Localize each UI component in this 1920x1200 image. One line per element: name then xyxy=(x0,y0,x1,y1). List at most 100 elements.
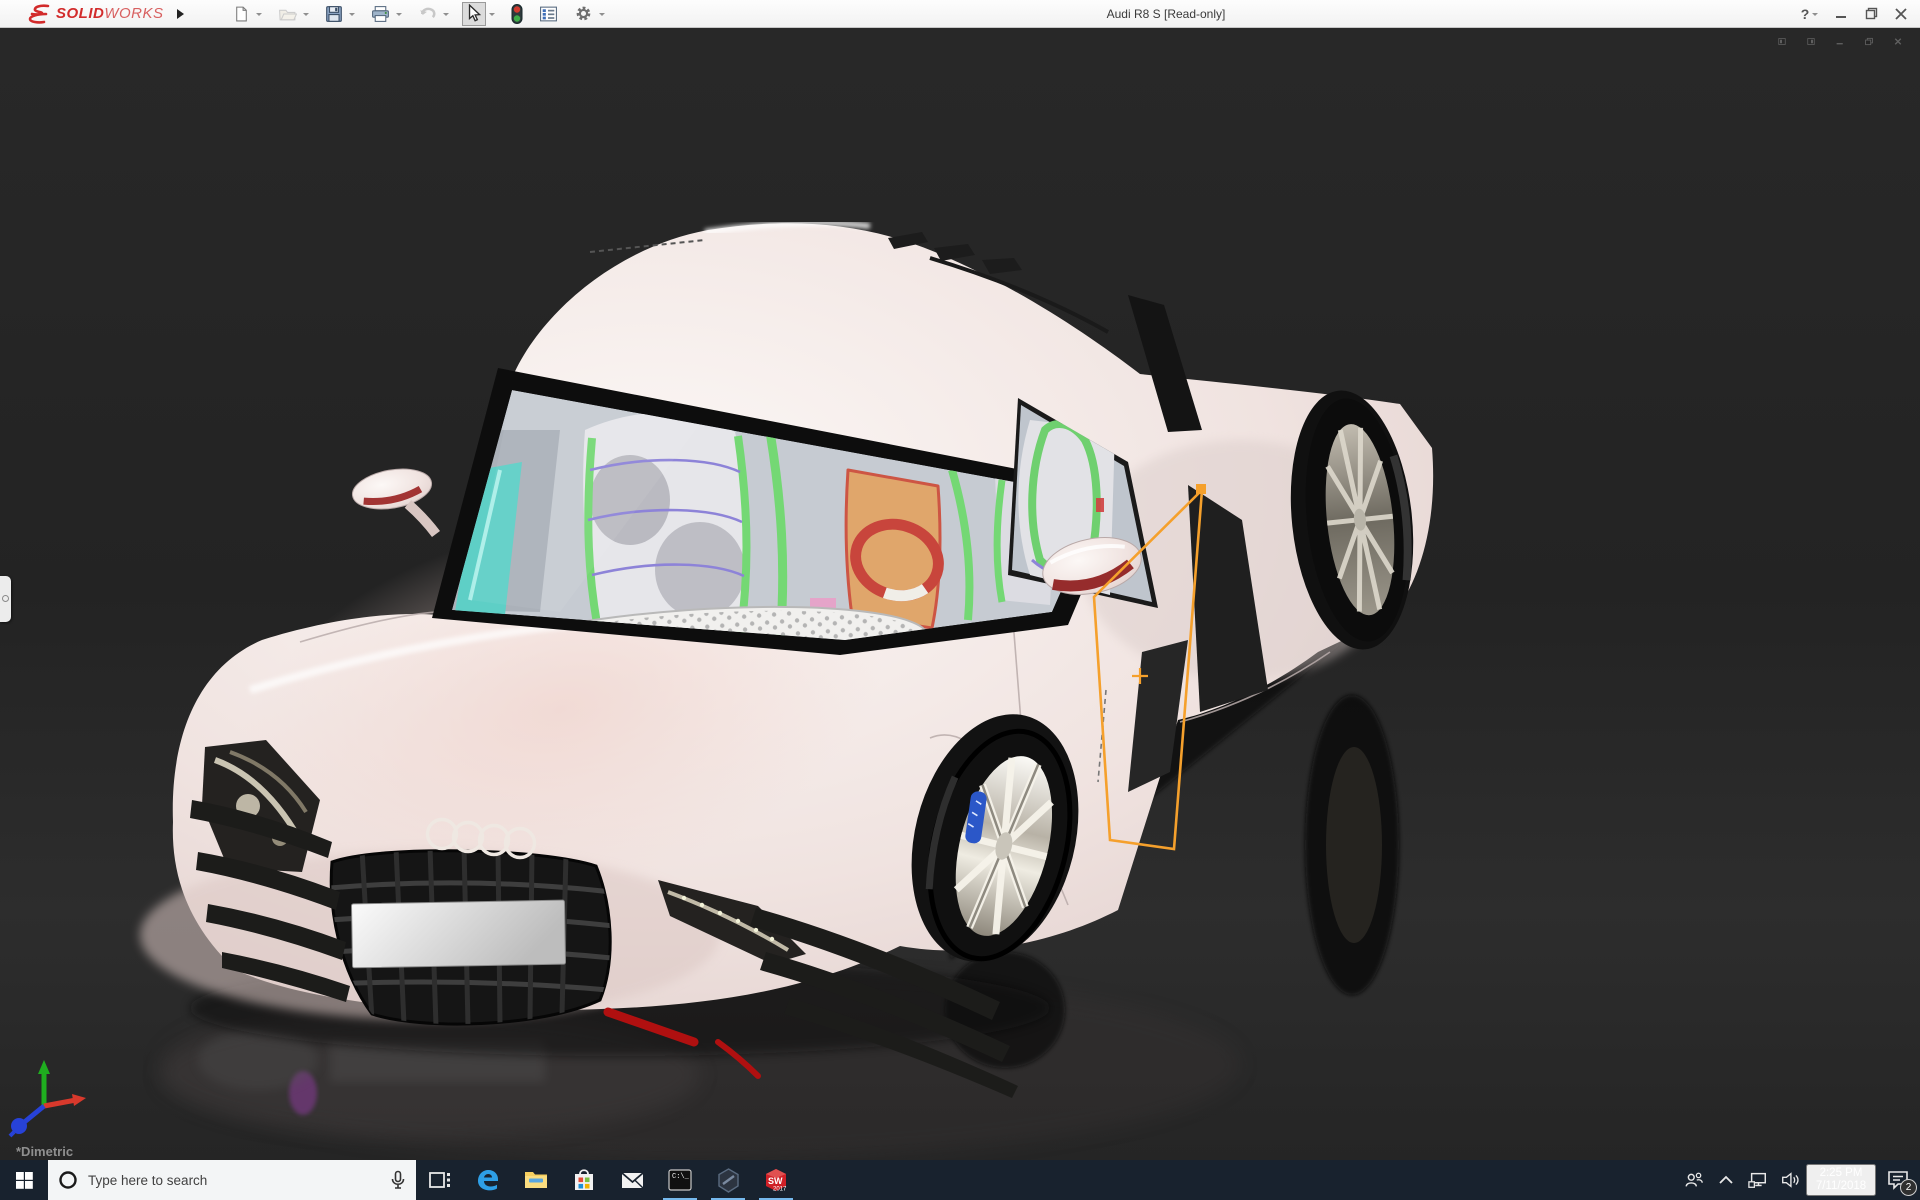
taskbar-hexagon-app[interactable] xyxy=(704,1160,752,1200)
document-window-controls xyxy=(1772,33,1908,49)
solidworks-wordmark: SOLIDWORKS xyxy=(56,5,164,22)
undo-dropdown-caret[interactable] xyxy=(443,13,449,19)
taskbar-clock[interactable]: 2:25 PM 7/11/2018 xyxy=(1806,1164,1876,1196)
new-dropdown-caret[interactable] xyxy=(256,13,262,19)
display-pane-button[interactable] xyxy=(536,2,561,26)
feature-manager-collapsed-tab[interactable] xyxy=(0,576,11,622)
task-view-button[interactable] xyxy=(416,1160,464,1200)
open-folder-icon xyxy=(278,5,297,23)
restore-icon xyxy=(1865,7,1878,20)
rebuild-button[interactable] xyxy=(508,2,526,26)
mail-icon xyxy=(619,1167,646,1194)
task-view-icon xyxy=(428,1168,452,1192)
speaker-icon xyxy=(1780,1170,1800,1190)
quick-toolbar xyxy=(230,0,608,27)
new-document-button[interactable] xyxy=(230,2,253,26)
window-controls: ? xyxy=(1798,0,1914,27)
options-dropdown-caret[interactable] xyxy=(599,13,605,19)
solidworks-2017-icon: SW 2017 xyxy=(762,1166,790,1194)
microphone-icon[interactable] xyxy=(390,1170,406,1190)
windows-logo-icon xyxy=(16,1172,33,1189)
wordmark-solid: SOLID xyxy=(56,5,104,22)
flyout-arrow-icon xyxy=(177,9,184,19)
clock-time: 2:25 PM xyxy=(1814,1167,1868,1180)
clock-date: 7/11/2018 xyxy=(1814,1180,1868,1193)
notification-badge: 2 xyxy=(1900,1179,1917,1196)
taskbar-mail[interactable] xyxy=(608,1160,656,1200)
front-grille xyxy=(330,847,614,1026)
help-button[interactable]: ? xyxy=(1798,2,1824,26)
sw-label: SW xyxy=(768,1176,783,1186)
app-titlebar: SOLIDWORKS xyxy=(0,0,1920,28)
print-dropdown-caret[interactable] xyxy=(396,13,402,19)
minimize-button[interactable] xyxy=(1828,2,1854,26)
search-placeholder: Type here to search xyxy=(88,1173,380,1188)
restore-button[interactable] xyxy=(1858,2,1884,26)
print-icon xyxy=(371,5,390,23)
doc-restore-icon xyxy=(1865,35,1873,48)
options-button[interactable] xyxy=(571,2,596,26)
close-button[interactable] xyxy=(1888,2,1914,26)
taskbar-search-box[interactable]: Type here to search xyxy=(48,1160,416,1200)
orientation-triad xyxy=(6,1054,90,1138)
view-orientation-label: *Dimetric xyxy=(16,1144,73,1159)
network-button[interactable] xyxy=(1742,1160,1774,1200)
open-document-button[interactable] xyxy=(275,2,300,26)
license-plate xyxy=(351,900,565,968)
taskbar-edge[interactable] xyxy=(464,1160,512,1200)
doc-window-button-1[interactable] xyxy=(1772,33,1792,49)
new-document-icon xyxy=(233,5,250,23)
document-window-icon xyxy=(1807,34,1815,49)
doc-minimize-button[interactable] xyxy=(1830,33,1850,49)
model-scene[interactable] xyxy=(0,27,1920,1160)
taskbar-store[interactable] xyxy=(560,1160,608,1200)
undo-icon xyxy=(418,5,437,23)
wordmark-works: WORKS xyxy=(104,5,163,22)
show-hidden-icons-button[interactable] xyxy=(1710,1160,1742,1200)
close-icon xyxy=(1895,8,1907,20)
dassault-logo-icon xyxy=(26,4,52,24)
chevron-up-icon xyxy=(1718,1175,1734,1185)
print-button[interactable] xyxy=(368,2,393,26)
doc-close-button[interactable] xyxy=(1888,33,1908,49)
doc-close-icon xyxy=(1894,35,1902,48)
graphics-viewport: *Dimetric xyxy=(0,27,1920,1160)
taskbar-file-explorer[interactable] xyxy=(512,1160,560,1200)
select-tool-button[interactable] xyxy=(462,2,486,26)
cmd-label: C:\_ xyxy=(672,1173,690,1181)
doc-minimize-icon xyxy=(1836,35,1844,48)
window-title: Audi R8 S [Read-only] xyxy=(1006,7,1326,21)
save-dropdown-caret[interactable] xyxy=(349,13,355,19)
gear-icon xyxy=(574,4,593,23)
file-explorer-icon xyxy=(523,1167,549,1193)
hexagon-app-icon xyxy=(715,1167,742,1194)
taskbar-command-prompt[interactable]: C:\_ xyxy=(656,1160,704,1200)
menu-flyout-button[interactable] xyxy=(172,4,190,24)
command-prompt-icon: C:\_ xyxy=(667,1167,693,1193)
doc-window-button-2[interactable] xyxy=(1801,33,1821,49)
document-window-icon xyxy=(1778,34,1786,49)
people-icon xyxy=(1684,1170,1704,1190)
undo-button[interactable] xyxy=(415,2,440,26)
doc-restore-button[interactable] xyxy=(1859,33,1879,49)
volume-button[interactable] xyxy=(1774,1160,1806,1200)
windows-taskbar: Type here to search xyxy=(0,1160,1920,1200)
save-floppy-icon xyxy=(325,5,343,23)
taskbar-solidworks-2017[interactable]: SW 2017 xyxy=(752,1160,800,1200)
people-button[interactable] xyxy=(1678,1160,1710,1200)
save-button[interactable] xyxy=(322,2,346,26)
action-center-button[interactable]: 2 xyxy=(1876,1160,1920,1200)
desktop: SOLIDWORKS xyxy=(0,0,1920,1200)
help-caret xyxy=(1812,13,1818,19)
select-dropdown-caret[interactable] xyxy=(489,13,495,19)
select-arrow-icon xyxy=(465,4,483,23)
help-icon: ? xyxy=(1801,6,1810,22)
open-dropdown-caret[interactable] xyxy=(303,13,309,19)
store-icon xyxy=(571,1167,597,1193)
sw-year: 2017 xyxy=(773,1187,787,1193)
minimize-icon xyxy=(1835,8,1847,20)
traffic-light-icon xyxy=(511,4,523,24)
network-icon xyxy=(1748,1170,1768,1190)
start-button[interactable] xyxy=(0,1160,48,1200)
system-tray: 2:25 PM 7/11/2018 2 xyxy=(1678,1160,1920,1200)
